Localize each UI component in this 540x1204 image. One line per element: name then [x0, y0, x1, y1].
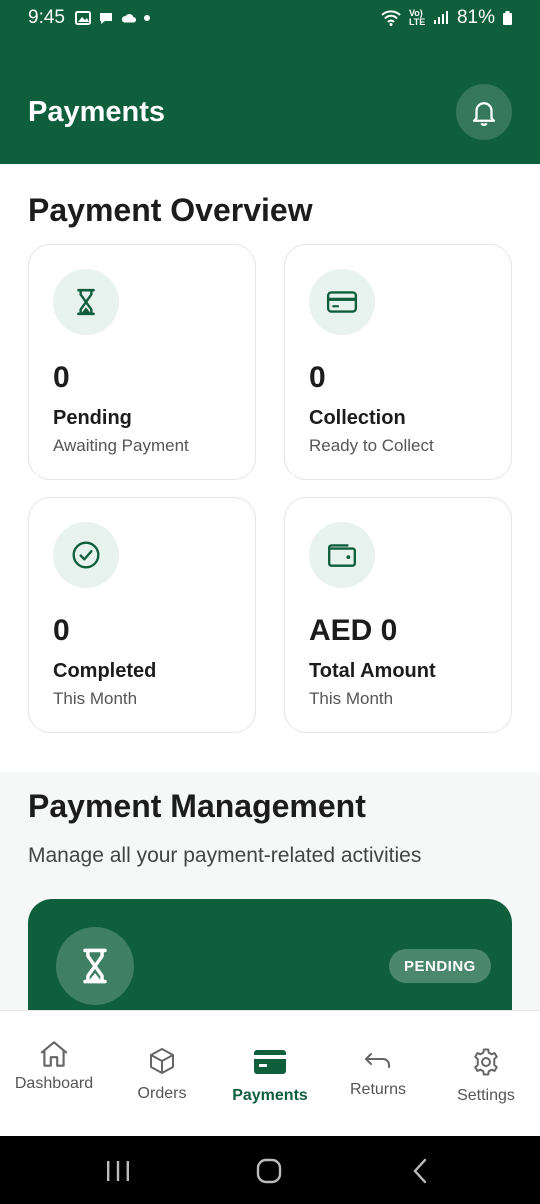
gallery-icon: [74, 11, 91, 25]
box-icon: [150, 1048, 174, 1074]
nav-item-returns[interactable]: Returns: [324, 1011, 432, 1136]
total-amount-value: AED 0: [309, 614, 398, 647]
credit-card-icon: [326, 291, 358, 313]
status-badge: PENDING: [389, 949, 491, 983]
total-amount-card[interactable]: AED 0 Total Amount This Month: [284, 497, 512, 733]
payment-card-icon: [254, 1050, 286, 1074]
check-circle-icon: [72, 541, 100, 569]
notifications-button[interactable]: [456, 84, 512, 140]
completed-value: 0: [53, 614, 70, 647]
total-amount-label: Total Amount: [309, 660, 436, 682]
nav-label-orders: Orders: [137, 1085, 187, 1102]
battery-icon: [503, 11, 512, 25]
wifi-icon: [381, 10, 401, 26]
hourglass-icon: [77, 288, 95, 316]
completed-label: Completed: [53, 660, 157, 682]
return-arrow-icon: [365, 1053, 390, 1068]
collection-value: 0: [309, 361, 326, 394]
app-bar: Payments: [0, 36, 540, 164]
home-circle-icon[interactable]: [256, 1158, 282, 1184]
status-time: 9:45: [28, 7, 65, 28]
management-title: Payment Management: [28, 788, 366, 824]
management-description: Manage all your payment-related activiti…: [28, 844, 422, 867]
battery-percent: 81%: [456, 7, 495, 28]
page-title: Payments: [28, 96, 166, 128]
completed-sub: This Month: [53, 689, 138, 708]
pending-sub: Awaiting Payment: [53, 436, 189, 455]
collection-card[interactable]: 0 Collection Ready to Collect: [284, 244, 512, 480]
total-amount-sub: This Month: [309, 689, 394, 708]
chat-icon: [99, 13, 112, 24]
nav-item-dashboard[interactable]: Dashboard: [0, 1011, 108, 1136]
system-nav-bar: [0, 1136, 540, 1204]
dot-icon: [143, 15, 150, 21]
nav-label-returns: Returns: [349, 1081, 407, 1098]
pending-value: 0: [53, 361, 70, 394]
collection-label: Collection: [309, 407, 406, 429]
gear-icon: [474, 1048, 498, 1076]
recent-apps-icon[interactable]: [105, 1160, 131, 1182]
signal-icon: [433, 11, 448, 24]
completed-card[interactable]: 0 Completed This Month: [28, 497, 256, 733]
home-icon: [40, 1041, 68, 1067]
pending-label: Pending: [53, 407, 132, 429]
status-bar: 9:45 Vo) LTE 81%: [0, 0, 540, 36]
pending-card[interactable]: 0 Pending Awaiting Payment: [28, 244, 256, 480]
collection-sub: Ready to Collect: [309, 436, 434, 455]
bell-icon: [472, 102, 496, 126]
nav-item-orders[interactable]: Orders: [108, 1011, 216, 1136]
nav-item-payments[interactable]: Payments: [216, 1011, 324, 1136]
hourglass-icon: [83, 948, 107, 984]
overview-title: Payment Overview: [28, 192, 313, 228]
nav-label-settings: Settings: [457, 1087, 515, 1104]
nav-item-settings[interactable]: Settings: [432, 1011, 540, 1136]
cloud-icon: [121, 14, 137, 23]
nav-label-payments: Payments: [232, 1087, 308, 1104]
network-indicator: Vo) LTE: [408, 8, 426, 27]
nav-label-dashboard: Dashboard: [14, 1075, 94, 1092]
wallet-icon: [328, 544, 356, 567]
back-icon[interactable]: [410, 1158, 430, 1184]
bottom-nav: Dashboard Orders Payments Returns Settin…: [0, 1010, 540, 1136]
management-section: Payment Management Manage all your payme…: [0, 772, 540, 1029]
